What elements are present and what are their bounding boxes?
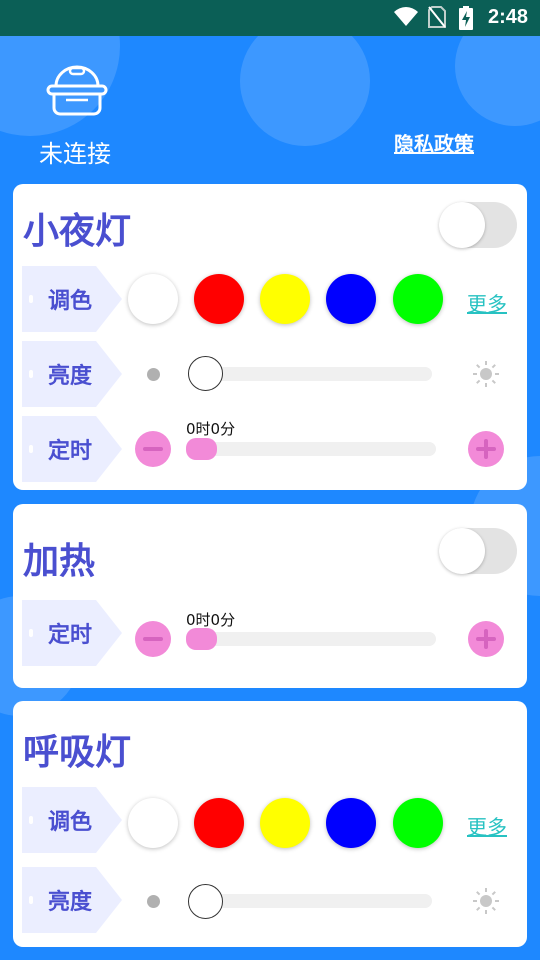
timer-slider-thumb[interactable] (186, 628, 217, 650)
breathing-light-title: 呼吸灯 (23, 732, 132, 773)
status-bar: 2:48 (0, 0, 540, 36)
timer-value: 0时0分 (186, 420, 236, 438)
swatch-yellow[interactable] (260, 798, 310, 848)
brightness-tag: 亮度 (22, 867, 122, 933)
minus-icon (143, 447, 163, 451)
timer-slider[interactable] (186, 632, 436, 646)
timer-minus-button[interactable] (135, 621, 171, 657)
night-light-card: 小夜灯 调色 更多 亮度 定时 0时0分 (13, 184, 527, 490)
breathing-light-card: 呼吸灯 调色 更多 亮度 (13, 701, 527, 947)
heating-title: 加热 (23, 541, 96, 582)
tag-dot (29, 629, 33, 637)
timer-label: 定时 (48, 439, 93, 464)
swatch-blue[interactable] (326, 274, 376, 324)
minus-icon (143, 637, 163, 641)
swatch-yellow[interactable] (260, 274, 310, 324)
app-screen: 未连接 隐私政策 小夜灯 调色 更多 亮度 定时 0时0分 加热 定时 0时0分 (0, 36, 540, 960)
timer-plus-button[interactable] (468, 431, 504, 467)
timer-value: 0时0分 (186, 611, 236, 629)
timer-slider[interactable] (186, 442, 436, 456)
no-sim-icon (428, 6, 446, 28)
switch-knob (439, 528, 485, 574)
color-label: 调色 (48, 289, 93, 314)
color-tag: 调色 (22, 787, 122, 853)
tag-dot (29, 816, 33, 824)
swatch-white[interactable] (128, 274, 178, 324)
timer-plus-button[interactable] (468, 621, 504, 657)
timer-slider-thumb[interactable] (186, 438, 217, 460)
brightness-slider-thumb[interactable] (188, 356, 223, 391)
dim-icon (147, 895, 160, 908)
timer-tag: 定时 (22, 416, 122, 482)
cooker-device-icon (46, 65, 108, 116)
sun-icon (473, 888, 499, 914)
brightness-tag: 亮度 (22, 341, 122, 407)
background-bubble (240, 36, 370, 146)
more-colors-link[interactable]: 更多 (467, 288, 507, 317)
swatch-green[interactable] (393, 274, 443, 324)
plus-icon-vertical (484, 439, 488, 459)
brightness-label: 亮度 (48, 890, 93, 915)
battery-charging-icon (459, 6, 473, 30)
timer-tag: 定时 (22, 600, 122, 666)
swatch-white[interactable] (128, 798, 178, 848)
brightness-label: 亮度 (48, 364, 93, 389)
privacy-policy-link[interactable]: 隐私政策 (394, 128, 474, 157)
tag-dot (29, 445, 33, 453)
tag-dot (29, 295, 33, 303)
brightness-slider[interactable] (189, 367, 432, 381)
more-colors-link[interactable]: 更多 (467, 811, 507, 840)
background-bubble (455, 36, 540, 126)
heating-card: 加热 定时 0时0分 (13, 504, 527, 688)
clock-time: 2:48 (487, 6, 528, 28)
timer-label: 定时 (48, 623, 93, 648)
tag-dot (29, 896, 33, 904)
sun-icon (473, 361, 499, 387)
brightness-slider[interactable] (189, 894, 432, 908)
wifi-icon (394, 7, 418, 26)
plus-icon-vertical (484, 629, 488, 649)
connection-status: 未连接 (39, 140, 111, 168)
swatch-red[interactable] (194, 274, 244, 324)
swatch-red[interactable] (194, 798, 244, 848)
timer-minus-button[interactable] (135, 431, 171, 467)
brightness-slider-thumb[interactable] (188, 884, 223, 919)
color-label: 调色 (48, 810, 93, 835)
night-light-switch[interactable] (439, 202, 517, 248)
switch-knob (439, 202, 485, 248)
swatch-blue[interactable] (326, 798, 376, 848)
swatch-green[interactable] (393, 798, 443, 848)
heating-switch[interactable] (439, 528, 517, 574)
color-tag: 调色 (22, 266, 122, 332)
tag-dot (29, 370, 33, 378)
dim-icon (147, 368, 160, 381)
night-light-title: 小夜灯 (23, 211, 132, 252)
